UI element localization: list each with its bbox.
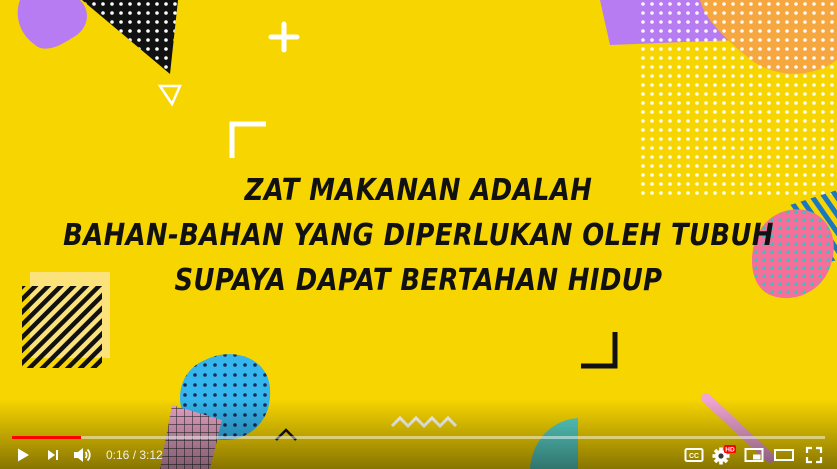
captions-button[interactable]: CC: [679, 441, 709, 469]
duration: 3:12: [139, 448, 163, 462]
fullscreen-button[interactable]: [799, 441, 829, 469]
closed-captions-icon: CC: [684, 448, 704, 462]
caption-line: ZAT MAKANAN ADALAH: [244, 173, 593, 208]
progress-bar[interactable]: [12, 436, 825, 439]
hd-badge: HD: [725, 446, 735, 453]
current-time: 0:16: [106, 448, 130, 462]
fullscreen-icon: [805, 446, 823, 464]
settings-button[interactable]: HD: [709, 441, 739, 469]
player-controls: 0:16 / 3:12 CC HD: [0, 441, 837, 469]
theater-mode-button[interactable]: [769, 441, 799, 469]
play-button[interactable]: [8, 441, 38, 469]
video-player[interactable]: ZAT MAKANAN ADALAH BAHAN-BAHAN YANG DIPE…: [0, 0, 837, 469]
next-icon: [48, 450, 58, 460]
caption-line: SUPAYA DAPAT BERTAHAN HIDUP: [174, 263, 663, 298]
caption-line: BAHAN-BAHAN YANG DIPERLUKAN OLEH TUBUH: [63, 218, 774, 253]
progress-buffered: [12, 436, 825, 439]
time-separator: /: [129, 448, 140, 462]
svg-text:CC: CC: [689, 453, 699, 460]
settings-gear-icon: HD: [712, 445, 736, 465]
theater-mode-icon: [774, 449, 794, 461]
miniplayer-icon: [744, 448, 764, 462]
miniplayer-button[interactable]: [739, 441, 769, 469]
volume-button[interactable]: [68, 441, 98, 469]
volume-icon: [74, 448, 91, 462]
video-caption-text: ZAT MAKANAN ADALAH BAHAN-BAHAN YANG DIPE…: [59, 168, 779, 303]
progress-played: [12, 436, 82, 439]
play-icon: [18, 448, 29, 462]
next-button[interactable]: [38, 441, 68, 469]
time-display: 0:16 / 3:12: [106, 448, 163, 462]
